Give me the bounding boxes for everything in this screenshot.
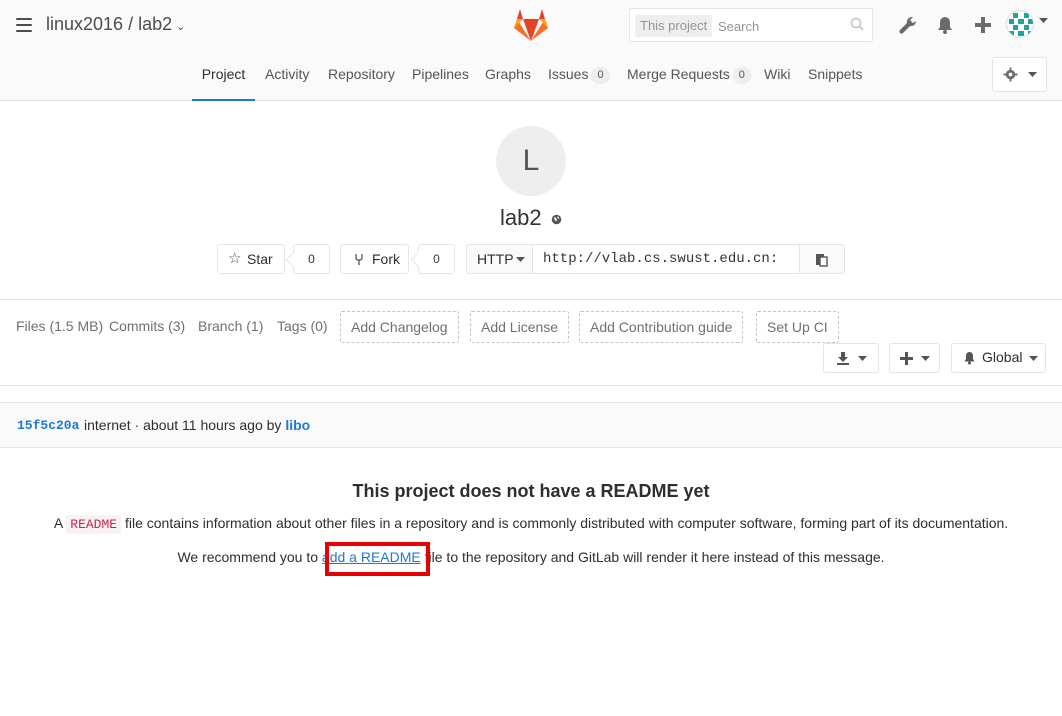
caret-down-icon (516, 257, 525, 262)
tab-issues[interactable]: Issues 0 (548, 51, 610, 101)
divider (0, 299, 1062, 300)
caret-down-icon (1029, 356, 1038, 361)
divider (0, 385, 1062, 386)
add-new-button[interactable] (889, 343, 940, 373)
star-count[interactable]: 0 (293, 244, 330, 274)
last-commit-bar: 15f5c20a internet · about 11 hours ago b… (0, 402, 1062, 448)
project-name: lab2 (500, 205, 542, 230)
public-visibility-icon (551, 214, 562, 225)
commit-sha-link[interactable]: 15f5c20a (17, 418, 79, 433)
merge-requests-count-badge: 0 (732, 67, 751, 84)
commit-author-link[interactable]: libo (285, 417, 310, 433)
tab-wiki[interactable]: Wiki (764, 51, 790, 101)
add-changelog-link[interactable]: Add Changelog (340, 311, 459, 343)
top-header: linux2016 / lab2 ⌄ This project Search P… (0, 0, 1062, 101)
readme-description: A README file contains information about… (53, 515, 1009, 534)
caret-down-icon (921, 356, 930, 361)
issues-count-badge: 0 (591, 67, 610, 84)
bell-icon[interactable] (934, 14, 956, 36)
project-avatar: L (496, 126, 566, 196)
menu-icon[interactable] (16, 18, 32, 32)
readme-code: README (66, 515, 122, 534)
clone-url-input[interactable] (532, 244, 800, 274)
highlight-box (325, 542, 430, 576)
bell-icon (964, 352, 975, 365)
caret-down-icon[interactable] (1039, 18, 1048, 24)
branch-stat-link[interactable]: Branch (1) (198, 318, 263, 334)
plus-icon (900, 352, 913, 365)
tab-snippets[interactable]: Snippets (808, 51, 862, 101)
search-scope-badge: This project (635, 15, 713, 37)
tab-project[interactable]: Project (192, 51, 255, 101)
caret-down-icon (858, 356, 867, 361)
tab-pipelines[interactable]: Pipelines (412, 51, 469, 101)
gitlab-logo[interactable] (512, 8, 550, 42)
caret-down-icon (1028, 72, 1037, 77)
download-icon (837, 352, 849, 365)
clone-protocol-dropdown[interactable]: HTTP (466, 244, 533, 274)
gear-icon (1003, 67, 1018, 82)
star-icon: ☆ (228, 250, 242, 267)
clipboard-icon (816, 254, 828, 267)
project-settings-button[interactable] (992, 57, 1047, 92)
tab-graphs[interactable]: Graphs (485, 51, 531, 101)
fork-icon (355, 254, 363, 265)
wrench-icon[interactable] (897, 14, 919, 36)
fork-button[interactable]: Fork (340, 244, 409, 274)
chevron-down-icon[interactable]: ⌄ (176, 21, 185, 33)
star-button[interactable]: ☆ Star (217, 244, 285, 274)
readme-recommendation: We recommend you to add a README file to… (177, 549, 885, 565)
search-icon (850, 17, 864, 31)
user-avatar[interactable] (1006, 10, 1034, 38)
add-license-link[interactable]: Add License (470, 311, 570, 343)
tags-stat-link[interactable]: Tags (0) (277, 318, 328, 334)
project-path[interactable]: linux2016 / lab2 (46, 14, 172, 34)
add-contribution-guide-link[interactable]: Add Contribution guide (579, 311, 744, 343)
project-path-title[interactable]: linux2016 / lab2 ⌄ (46, 14, 185, 35)
search-box[interactable]: This project (629, 8, 873, 42)
copy-url-button[interactable] (799, 244, 845, 274)
download-button[interactable] (823, 343, 879, 373)
readme-empty-title: This project does not have a README yet (352, 481, 710, 501)
tab-activity[interactable]: Activity (265, 51, 309, 101)
commits-stat-link[interactable]: Commits (3) (109, 318, 185, 334)
notification-level-dropdown[interactable]: Global (951, 343, 1046, 373)
fork-count[interactable]: 0 (418, 244, 455, 274)
tab-repository[interactable]: Repository (328, 51, 395, 101)
tab-merge-requests[interactable]: Merge Requests 0 (627, 51, 751, 101)
files-stat-link[interactable]: Files (1.5 MB) (16, 318, 103, 334)
search-input[interactable] (718, 16, 843, 36)
set-up-ci-link[interactable]: Set Up CI (756, 311, 839, 343)
plus-icon[interactable] (972, 14, 994, 36)
commit-message: internet · about 11 hours ago by libo (84, 417, 311, 433)
